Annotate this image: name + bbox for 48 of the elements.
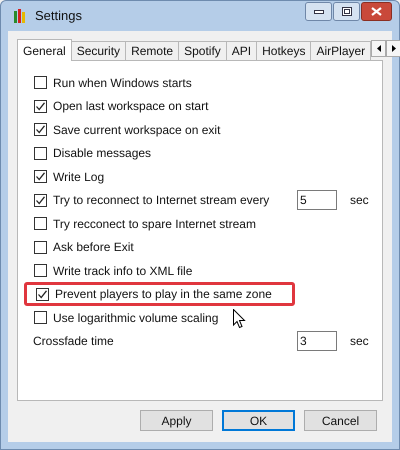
option-label: Crossfade time — [33, 333, 114, 350]
tab[interactable]: AirPlayer — [310, 41, 372, 60]
tab[interactable]: General — [17, 39, 72, 61]
checkbox[interactable] — [34, 240, 47, 254]
close-button[interactable] — [361, 2, 392, 21]
unit-label: sec — [350, 333, 370, 350]
maximize-button[interactable] — [333, 2, 360, 21]
minimize-icon — [314, 10, 324, 14]
option-label: Write Log — [53, 168, 104, 186]
app-icon — [13, 8, 27, 24]
option-label: Try recconect to spare Internet stream — [53, 216, 256, 233]
option-label: Open last workspace on start — [53, 98, 208, 116]
number-field[interactable]: 5 — [297, 190, 337, 210]
checkbox[interactable] — [34, 100, 47, 113]
option-label: Save current workspace on exit — [53, 122, 220, 139]
checkbox[interactable] — [34, 76, 47, 90]
scroll-left-button[interactable] — [371, 40, 386, 57]
minimize-button[interactable] — [305, 2, 332, 21]
tab[interactable]: Security — [70, 41, 126, 60]
option-label: Use logarithmic volume scaling — [53, 310, 218, 327]
left-triangle-icon — [376, 45, 381, 52]
tab[interactable]: Spotify — [178, 41, 227, 60]
number-field[interactable]: 3 — [297, 331, 337, 352]
dialog-button[interactable]: Apply — [140, 410, 213, 431]
dialog-button[interactable]: Cancel — [304, 410, 377, 431]
checkbox[interactable] — [34, 170, 47, 184]
checkbox[interactable] — [34, 194, 47, 207]
checkbox[interactable] — [34, 264, 47, 278]
dialog-button[interactable]: OK — [222, 410, 295, 431]
window-title: Settings — [35, 7, 82, 26]
mouse-pointer-icon — [233, 309, 246, 329]
option-label: Run when Windows starts — [53, 74, 192, 92]
option-label: Prevent players to play in the same zone — [55, 286, 272, 304]
option-label: Write track info to XML file — [53, 262, 192, 280]
checkbox[interactable] — [34, 217, 47, 230]
tab[interactable]: Hotkeys — [256, 41, 312, 60]
maximize-icon — [342, 7, 352, 16]
checkbox[interactable] — [34, 146, 47, 160]
right-triangle-icon — [392, 45, 396, 52]
checkbox[interactable] — [34, 123, 47, 136]
checkbox[interactable] — [36, 288, 49, 301]
unit-label: sec — [350, 192, 370, 210]
option-label: Ask before Exit — [53, 239, 134, 256]
option-label: Try to reconnect to Internet stream every — [53, 192, 270, 210]
scroll-right-button[interactable] — [386, 40, 400, 57]
checkbox[interactable] — [34, 311, 47, 324]
close-icon — [371, 7, 382, 16]
option-label: Disable messages — [53, 145, 152, 162]
